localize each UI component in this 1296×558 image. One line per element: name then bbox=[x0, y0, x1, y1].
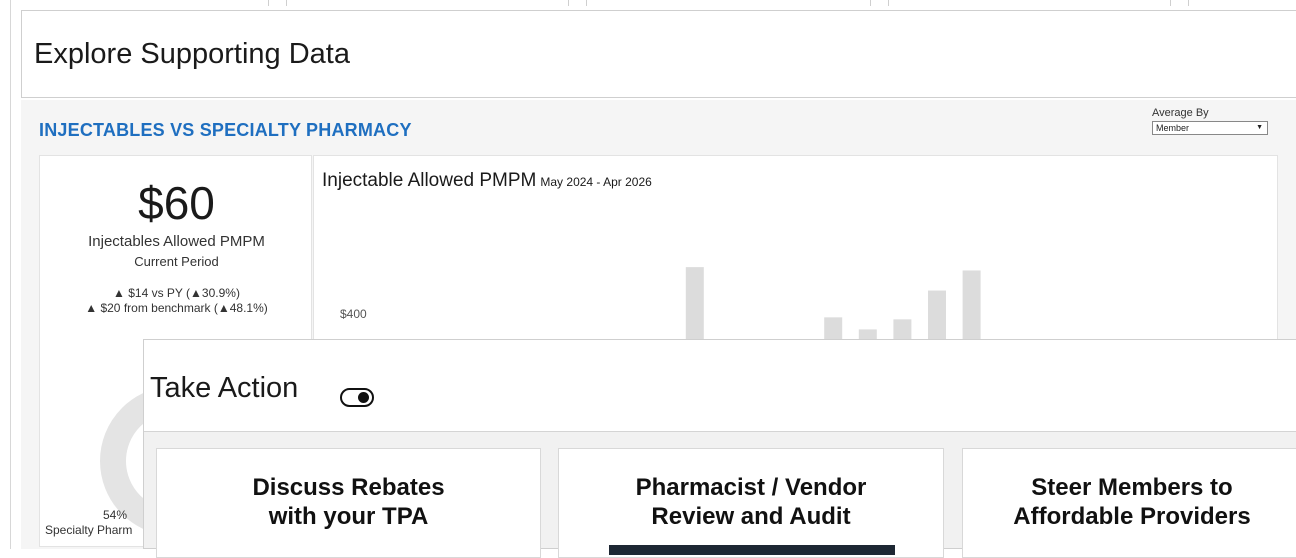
kpi-delta-py: ▲ $14 vs PY (▲30.9%) bbox=[113, 286, 240, 300]
action-card-title: Pharmacist / Vendor Review and Audit bbox=[635, 474, 867, 530]
top-divider bbox=[888, 0, 889, 6]
page-title: Explore Supporting Data bbox=[34, 38, 350, 70]
action-card-title: Discuss Rebates with your TPA bbox=[252, 474, 445, 530]
top-divider bbox=[586, 0, 587, 6]
donut-label: Specialty Pharm bbox=[45, 523, 133, 537]
kpi-value: $60 bbox=[138, 177, 215, 229]
explore-header: Explore Supporting Data bbox=[21, 10, 1296, 98]
y-tick-label: $400 bbox=[340, 307, 367, 321]
action-card-providers[interactable]: Steer Members to Affordable Providers bbox=[962, 448, 1296, 558]
top-divider bbox=[1170, 0, 1171, 6]
outer-border bbox=[10, 0, 11, 549]
average-by-select[interactable]: Member ▼ bbox=[1152, 121, 1268, 135]
action-card-audit[interactable]: Pharmacist / Vendor Review and Audit bbox=[558, 448, 944, 558]
top-divider bbox=[1188, 0, 1189, 6]
action-card-rebates[interactable]: Discuss Rebates with your TPA bbox=[156, 448, 541, 558]
take-action-header: Take Action bbox=[144, 340, 1296, 432]
top-divider bbox=[268, 0, 269, 6]
action-card-image bbox=[609, 545, 895, 555]
chevron-down-icon: ▼ bbox=[1256, 124, 1263, 131]
top-divider bbox=[568, 0, 569, 6]
toggle-knob bbox=[358, 392, 369, 403]
average-by-value: Member bbox=[1156, 123, 1190, 133]
section-title: INJECTABLES VS SPECIALTY PHARMACY bbox=[39, 120, 412, 140]
take-action-title: Take Action bbox=[150, 372, 299, 404]
kpi-period: Current Period bbox=[134, 254, 219, 269]
take-action-toggle[interactable] bbox=[340, 388, 374, 407]
action-card-title: Steer Members to Affordable Providers bbox=[1013, 474, 1251, 530]
take-action-panel: Take Action Discuss Rebates with your TP… bbox=[143, 339, 1296, 558]
average-by-label: Average By bbox=[1152, 107, 1209, 119]
top-divider bbox=[286, 0, 287, 6]
kpi-delta-benchmark: ▲ $20 from benchmark (▲48.1%) bbox=[85, 301, 268, 315]
kpi-label: Injectables Allowed PMPM bbox=[88, 233, 265, 250]
top-divider bbox=[870, 0, 871, 6]
top-strip bbox=[0, 0, 1296, 6]
